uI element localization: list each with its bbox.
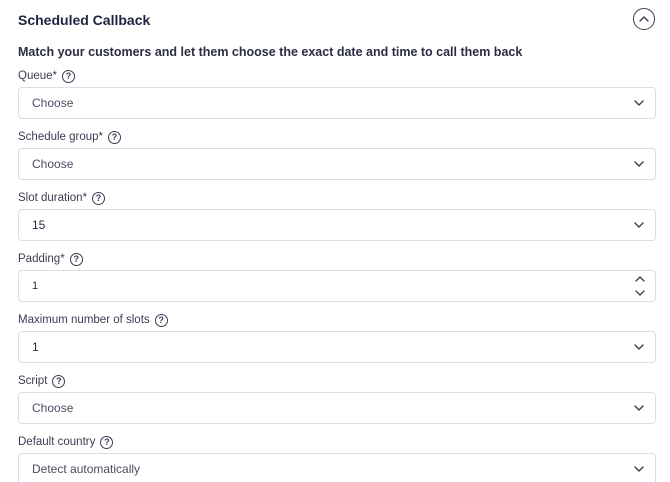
default-country-value: Detect automatically	[32, 462, 141, 476]
question-circle-icon[interactable]: ?	[92, 191, 106, 205]
padding-label: Padding*	[18, 253, 65, 265]
collapse-button[interactable]	[633, 8, 655, 30]
section-header: Scheduled Callback	[18, 8, 656, 30]
chevron-down-icon	[634, 100, 644, 106]
chevron-up-icon	[639, 16, 649, 22]
chevron-down-icon	[634, 344, 644, 350]
slot-duration-label: Slot duration*	[18, 192, 88, 204]
field-queue: Queue* ? Choose	[18, 69, 656, 119]
chevron-down-icon	[634, 222, 644, 228]
field-slot-duration: Slot duration* ? 15	[18, 191, 656, 241]
padding-value: 1	[32, 280, 39, 292]
chevron-up-icon[interactable]	[634, 274, 646, 284]
question-circle-icon[interactable]: ?	[62, 69, 76, 83]
padding-stepper[interactable]	[634, 274, 646, 298]
max-slots-select[interactable]: 1	[18, 331, 656, 363]
question-circle-icon[interactable]: ?	[100, 435, 114, 449]
field-padding: Padding* ? 1	[18, 252, 656, 302]
script-label: Script	[18, 375, 48, 387]
max-slots-label: Maximum number of slots	[18, 314, 150, 326]
default-country-select[interactable]: Detect automatically	[18, 453, 656, 482]
field-default-country: Default country ? Detect automatically	[18, 435, 656, 482]
chevron-down-icon	[634, 161, 644, 167]
question-circle-icon[interactable]: ?	[108, 130, 122, 144]
chevron-down-icon	[634, 466, 644, 472]
field-script: Script ? Choose	[18, 374, 656, 424]
question-circle-icon[interactable]: ?	[154, 313, 168, 327]
schedule-group-select[interactable]: Choose	[18, 148, 656, 180]
chevron-down-icon[interactable]	[634, 288, 646, 298]
slot-duration-select[interactable]: 15	[18, 209, 656, 241]
default-country-label: Default country	[18, 436, 96, 448]
field-schedule-group: Schedule group* ? Choose	[18, 130, 656, 180]
queue-value: Choose	[32, 96, 74, 110]
max-slots-value: 1	[32, 340, 39, 354]
question-circle-icon[interactable]: ?	[52, 374, 66, 388]
queue-label: Queue*	[18, 70, 58, 82]
padding-number-input[interactable]: 1	[18, 270, 656, 302]
queue-select[interactable]: Choose	[18, 87, 656, 119]
schedule-group-label: Schedule group*	[18, 131, 104, 143]
chevron-down-icon	[634, 405, 644, 411]
section-subtitle: Match your customers and let them choose…	[18, 45, 523, 59]
script-value: Choose	[32, 401, 74, 415]
slot-duration-value: 15	[32, 218, 46, 232]
schedule-group-value: Choose	[32, 157, 74, 171]
script-select[interactable]: Choose	[18, 392, 656, 424]
field-max-slots: Maximum number of slots ? 1	[18, 313, 656, 363]
question-circle-icon[interactable]: ?	[69, 252, 83, 266]
section-title: Scheduled Callback	[18, 12, 151, 28]
